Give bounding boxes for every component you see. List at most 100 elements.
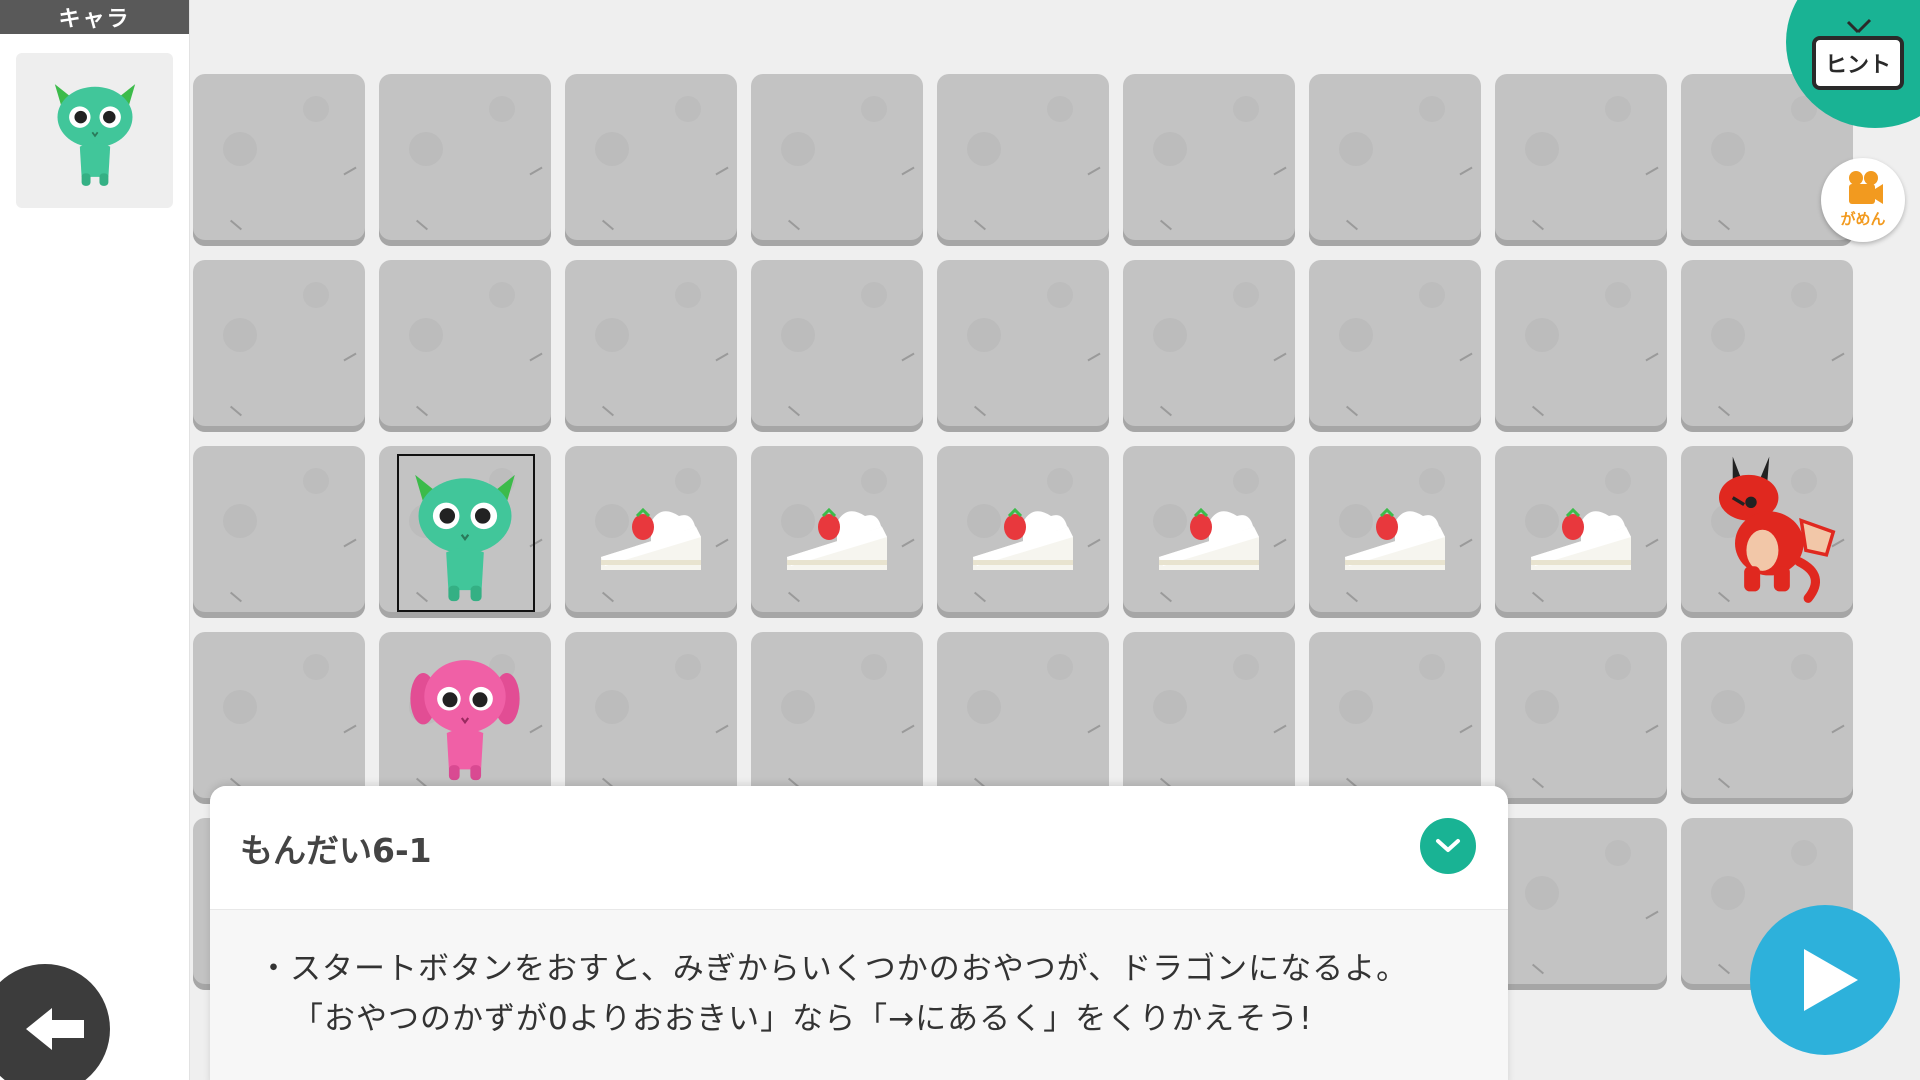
- tile-texture: [1345, 405, 1359, 417]
- board-cell: [1309, 260, 1481, 432]
- board-cell: [565, 74, 737, 246]
- tile-texture: [1047, 282, 1073, 308]
- cake-icon: [973, 507, 1073, 570]
- board-cell: [1123, 632, 1295, 804]
- board-cell: [1681, 260, 1853, 432]
- green-monster-icon: [54, 84, 135, 186]
- tile-texture: [1605, 96, 1631, 122]
- tile-texture: [715, 352, 729, 362]
- tile-texture: [1087, 166, 1101, 176]
- hint-label: ヒント: [1812, 36, 1904, 90]
- tile-texture: [861, 96, 887, 122]
- tile-texture: [1525, 876, 1559, 910]
- tile-texture: [223, 318, 257, 352]
- problem-title: もんだい6-1: [240, 831, 432, 870]
- selection-frame: [397, 454, 535, 612]
- character-card-green-monster[interactable]: [16, 53, 173, 208]
- character-panel-header: キャラ: [0, 0, 189, 34]
- tile-texture: [1711, 876, 1745, 910]
- tile-texture: [303, 468, 329, 494]
- tile-texture: [1233, 654, 1259, 680]
- board-cell: [1123, 260, 1295, 432]
- tile-texture: [901, 352, 915, 362]
- tile-texture: [675, 282, 701, 308]
- board-cell[interactable]: [379, 446, 551, 618]
- collapse-button[interactable]: [1420, 818, 1476, 874]
- tile-texture: [861, 282, 887, 308]
- tile-texture: [489, 96, 515, 122]
- tile-texture: [595, 690, 629, 724]
- cake-icon: [1531, 507, 1631, 570]
- tile-texture: [1153, 318, 1187, 352]
- tv-icon: ヒント: [1812, 18, 1904, 90]
- tile-texture: [1645, 166, 1659, 176]
- tile-texture: [973, 219, 987, 231]
- tile-texture: [1345, 219, 1359, 231]
- tile-texture: [1605, 282, 1631, 308]
- tile-texture: [1339, 690, 1373, 724]
- tile-texture: [1791, 282, 1817, 308]
- board-cell: [937, 74, 1109, 246]
- tile-texture: [1717, 777, 1731, 789]
- play-button[interactable]: [1750, 905, 1900, 1055]
- board-cell: [751, 632, 923, 804]
- tile-texture: [601, 219, 615, 231]
- tile-texture: [529, 166, 543, 176]
- tile-texture: [1831, 352, 1845, 362]
- tile-texture: [1087, 352, 1101, 362]
- board-cell: [193, 446, 365, 618]
- board-cell: [1495, 74, 1667, 246]
- cell-content: [1681, 446, 1853, 618]
- tile-texture: [409, 132, 443, 166]
- tile-texture: [1605, 654, 1631, 680]
- board-cell: [1309, 446, 1481, 618]
- tile-texture: [781, 132, 815, 166]
- camera-icon: [1849, 171, 1883, 204]
- tile-texture: [343, 166, 357, 176]
- tile-texture: [1711, 132, 1745, 166]
- tile-texture: [1339, 132, 1373, 166]
- tile-texture: [1419, 282, 1445, 308]
- tile-texture: [1153, 690, 1187, 724]
- tile-texture: [1525, 690, 1559, 724]
- tile-texture: [781, 318, 815, 352]
- cell-content: [751, 446, 923, 618]
- board-cell: [1495, 446, 1667, 618]
- screen-camera-button[interactable]: がめん: [1821, 158, 1905, 242]
- pink-monster-icon: [410, 660, 520, 781]
- tile-texture: [303, 282, 329, 308]
- board-cell: [1495, 260, 1667, 432]
- camera-label: がめん: [1840, 210, 1886, 228]
- tile-texture: [861, 654, 887, 680]
- tile-texture: [715, 166, 729, 176]
- tile-texture: [595, 132, 629, 166]
- tile-texture: [1273, 166, 1287, 176]
- tile-texture: [409, 318, 443, 352]
- board-cell: [1495, 818, 1667, 990]
- tile-texture: [781, 690, 815, 724]
- board-cell: [1123, 446, 1295, 618]
- board-cell: [937, 632, 1109, 804]
- tile-texture: [787, 219, 801, 231]
- tile-texture: [1153, 132, 1187, 166]
- tile-texture: [1159, 405, 1173, 417]
- tile-texture: [303, 96, 329, 122]
- problem-line-1: ・スタートボタンをおすと、みぎからいくつかのおやつが、ドラゴンになるよ。: [258, 951, 1409, 987]
- tile-texture: [343, 538, 357, 548]
- tile-texture: [229, 591, 243, 603]
- tile-texture: [1531, 405, 1545, 417]
- tile-texture: [223, 690, 257, 724]
- board-cell: [565, 446, 737, 618]
- board-cell: [937, 260, 1109, 432]
- board-cell: [1123, 74, 1295, 246]
- tile-texture: [1459, 352, 1473, 362]
- board-cell: [379, 260, 551, 432]
- tile-texture: [1531, 219, 1545, 231]
- board-cell: [751, 260, 923, 432]
- tile-texture: [1273, 352, 1287, 362]
- tile-texture: [1047, 654, 1073, 680]
- tile-texture: [967, 318, 1001, 352]
- tile-texture: [675, 96, 701, 122]
- chevron-down-icon: [1436, 839, 1460, 852]
- cell-content: [565, 446, 737, 618]
